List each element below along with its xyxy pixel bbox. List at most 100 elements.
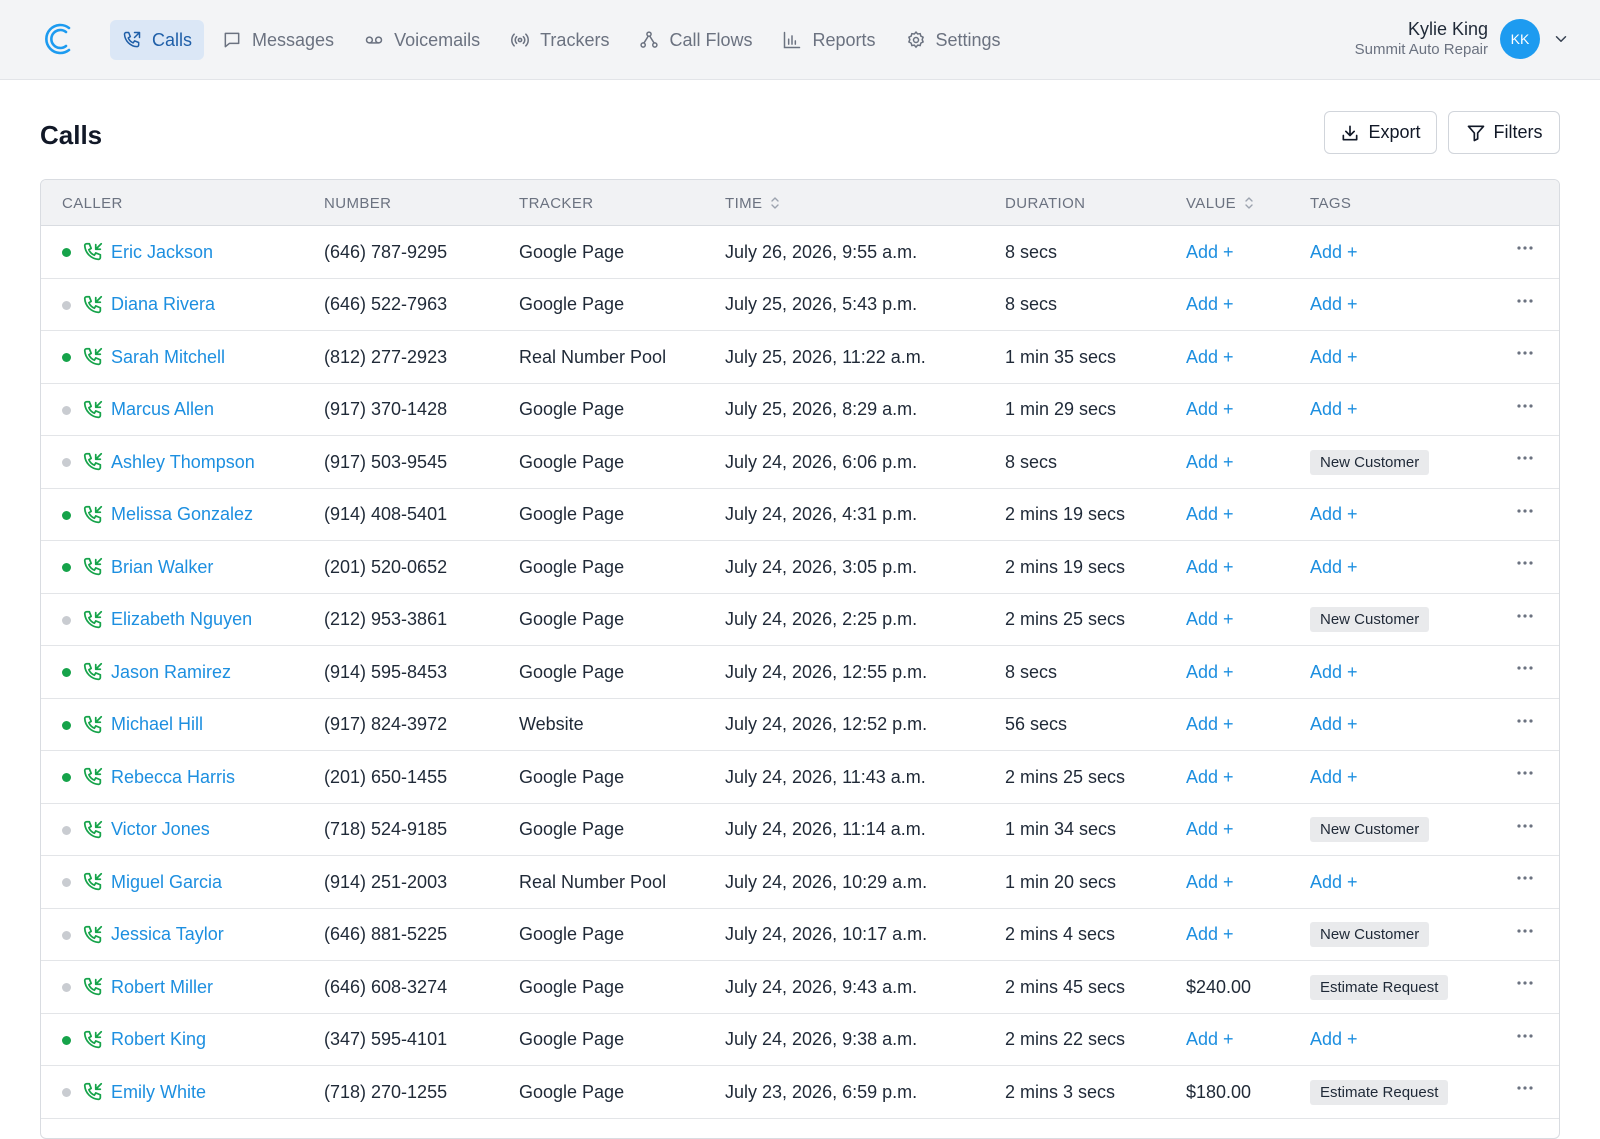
add-tag-button[interactable]: Add +: [1310, 646, 1358, 698]
tag-badge[interactable]: Estimate Request: [1310, 974, 1449, 1000]
add-tag-button[interactable]: Add +: [1310, 751, 1358, 803]
table-row[interactable]: Sarah Mitchell (812) 277-2923 Real Number …: [41, 331, 1559, 384]
nav-item-voicemails[interactable]: Voicemails: [352, 20, 492, 60]
chevron-down-icon[interactable]: [1552, 30, 1570, 48]
more-options-icon[interactable]: [1514, 765, 1536, 785]
add-tag-button[interactable]: Add +: [1310, 541, 1358, 593]
add-tag-button[interactable]: Add +: [1310, 226, 1358, 278]
add-tag-button[interactable]: Add +: [1310, 331, 1358, 383]
more-options-icon[interactable]: [1514, 293, 1536, 313]
user-menu[interactable]: Kylie King Summit Auto Repair KK: [1355, 18, 1570, 60]
column-header-time[interactable]: TIME: [725, 180, 780, 226]
table-row[interactable]: Michael Hill (917) 824-3972 Website July 24…: [41, 699, 1559, 751]
table-row[interactable]: Marcus Allen (917) 370-1428 Google Page Jul…: [41, 384, 1559, 436]
export-button[interactable]: Export: [1324, 111, 1437, 154]
caller-name-link[interactable]: Robert Miller: [111, 961, 213, 1013]
add-value-button[interactable]: Add +: [1186, 909, 1234, 961]
caller-name-link[interactable]: Michael Hill: [111, 699, 203, 751]
add-value-button[interactable]: Add +: [1186, 226, 1234, 278]
nav-item-trackers[interactable]: Trackers: [498, 20, 621, 60]
tag-badge[interactable]: New Customer: [1310, 449, 1430, 475]
add-value-button[interactable]: Add +: [1186, 751, 1234, 803]
page-title: Calls: [40, 120, 103, 150]
table-row[interactable]: Robert King (347) 595-4101 Google Page July…: [41, 1014, 1559, 1066]
caller-name-link[interactable]: Sarah Mitchell: [111, 331, 225, 383]
tag-badge[interactable]: New Customer: [1310, 817, 1430, 842]
table-row[interactable]: Jason Ramirez (914) 595-8453 Google Page Ju…: [41, 646, 1559, 699]
table-row[interactable]: Eric Jackson (646) 787-9295 Google Page Jul…: [41, 226, 1559, 279]
table-row[interactable]: Rebecca Harris (201) 650-1455 Google Page J…: [41, 751, 1559, 804]
tag-badge[interactable]: Estimate Request: [1310, 1079, 1449, 1105]
table-row[interactable]: Diana Rivera (646) 522-7963 Google Page Jul…: [41, 279, 1559, 331]
add-value-button[interactable]: Add +: [1186, 856, 1234, 908]
more-options-icon[interactable]: [1514, 713, 1536, 733]
column-header-value[interactable]: VALUE: [1186, 180, 1254, 226]
table-row[interactable]: Victor Jones (718) 524-9185 Google Page Jul…: [41, 804, 1559, 856]
table-row[interactable]: Robert Miller (646) 608-3274 Google Page Ju…: [41, 961, 1559, 1014]
table-row[interactable]: Miguel Garcia (914) 251-2003 Real Number P…: [41, 856, 1559, 909]
more-options-icon[interactable]: [1514, 870, 1536, 890]
add-value-button[interactable]: Add +: [1186, 489, 1234, 541]
caller-name-link[interactable]: Ashley Thompson: [111, 436, 255, 488]
caller-name-link[interactable]: Melissa Gonzalez: [111, 489, 253, 541]
more-options-icon[interactable]: [1514, 818, 1536, 838]
add-value-button[interactable]: Add +: [1186, 594, 1234, 646]
table-row[interactable]: Emily White (718) 270-1255 Google Page July…: [41, 1066, 1559, 1119]
more-options-icon[interactable]: [1514, 660, 1536, 680]
table-row[interactable]: Ashley Thompson (917) 503-9545 Google Page…: [41, 436, 1559, 489]
add-tag-button[interactable]: Add +: [1310, 384, 1358, 436]
avatar[interactable]: KK: [1500, 19, 1540, 59]
caller-name-link[interactable]: Brian Walker: [111, 541, 213, 593]
add-tag-button[interactable]: Add +: [1310, 856, 1358, 908]
caller-name-link[interactable]: Victor Jones: [111, 804, 210, 856]
table-row[interactable]: Elizabeth Nguyen (212) 953-3861 Google Pag…: [41, 594, 1559, 646]
tag-badge[interactable]: New Customer: [1310, 922, 1430, 947]
table-row[interactable]: Jessica Taylor (646) 881-5225 Google Page J…: [41, 909, 1559, 961]
add-value-button[interactable]: Add +: [1186, 436, 1234, 488]
add-value-button[interactable]: Add +: [1186, 1014, 1234, 1066]
more-options-icon[interactable]: [1514, 608, 1536, 628]
filters-button[interactable]: Filters: [1448, 111, 1560, 154]
nav-item-messages[interactable]: Messages: [210, 20, 346, 60]
caller-name-link[interactable]: Jessica Taylor: [111, 909, 224, 961]
more-options-icon[interactable]: [1514, 345, 1536, 365]
add-tag-button[interactable]: Add +: [1310, 489, 1358, 541]
add-value-button[interactable]: Add +: [1186, 279, 1234, 331]
add-value-button[interactable]: Add +: [1186, 384, 1234, 436]
more-options-icon[interactable]: [1514, 503, 1536, 523]
more-options-icon[interactable]: [1514, 975, 1536, 995]
caller-name-link[interactable]: Rebecca Harris: [111, 751, 235, 803]
add-tag-button[interactable]: Add +: [1310, 699, 1358, 751]
caller-name-link[interactable]: Marcus Allen: [111, 384, 214, 436]
more-options-icon[interactable]: [1514, 923, 1536, 943]
nav-item-call-flows[interactable]: Call Flows: [627, 20, 764, 60]
add-value-button[interactable]: Add +: [1186, 541, 1234, 593]
caller-name-link[interactable]: Diana Rivera: [111, 279, 215, 331]
more-options-icon[interactable]: [1514, 450, 1536, 470]
caller-name-link[interactable]: Emily White: [111, 1066, 206, 1118]
table-row[interactable]: Brian Walker (201) 520-0652 Google Page Jul…: [41, 541, 1559, 594]
caller-name-link[interactable]: Jason Ramirez: [111, 646, 231, 698]
caller-name-link[interactable]: Robert King: [111, 1014, 206, 1066]
more-options-icon[interactable]: [1514, 555, 1536, 575]
add-value-button[interactable]: Add +: [1186, 804, 1234, 856]
more-options-icon[interactable]: [1514, 1080, 1536, 1100]
add-value-button[interactable]: Add +: [1186, 331, 1234, 383]
tag-badge[interactable]: New Customer: [1310, 607, 1430, 632]
table-row[interactable]: Melissa Gonzalez (914) 408-5401 Google Pag…: [41, 489, 1559, 541]
add-value-button[interactable]: Add +: [1186, 699, 1234, 751]
add-tag-button[interactable]: Add +: [1310, 1014, 1358, 1066]
nav-item-calls[interactable]: Calls: [110, 20, 205, 60]
caller-name-link[interactable]: Eric Jackson: [111, 226, 213, 278]
caller-name-link[interactable]: Elizabeth Nguyen: [111, 594, 252, 646]
more-options-icon[interactable]: [1514, 240, 1536, 260]
tracker-name: Google Page: [519, 819, 625, 839]
more-options-icon[interactable]: [1514, 1028, 1536, 1048]
add-value-button[interactable]: Add +: [1186, 646, 1234, 698]
nav-item-reports[interactable]: Reports: [770, 20, 887, 60]
nav-item-settings[interactable]: Settings: [894, 20, 1013, 60]
add-tag-button[interactable]: Add +: [1310, 279, 1358, 331]
app-logo-icon[interactable]: [42, 22, 76, 56]
caller-name-link[interactable]: Miguel Garcia: [111, 856, 222, 908]
more-options-icon[interactable]: [1514, 398, 1536, 418]
